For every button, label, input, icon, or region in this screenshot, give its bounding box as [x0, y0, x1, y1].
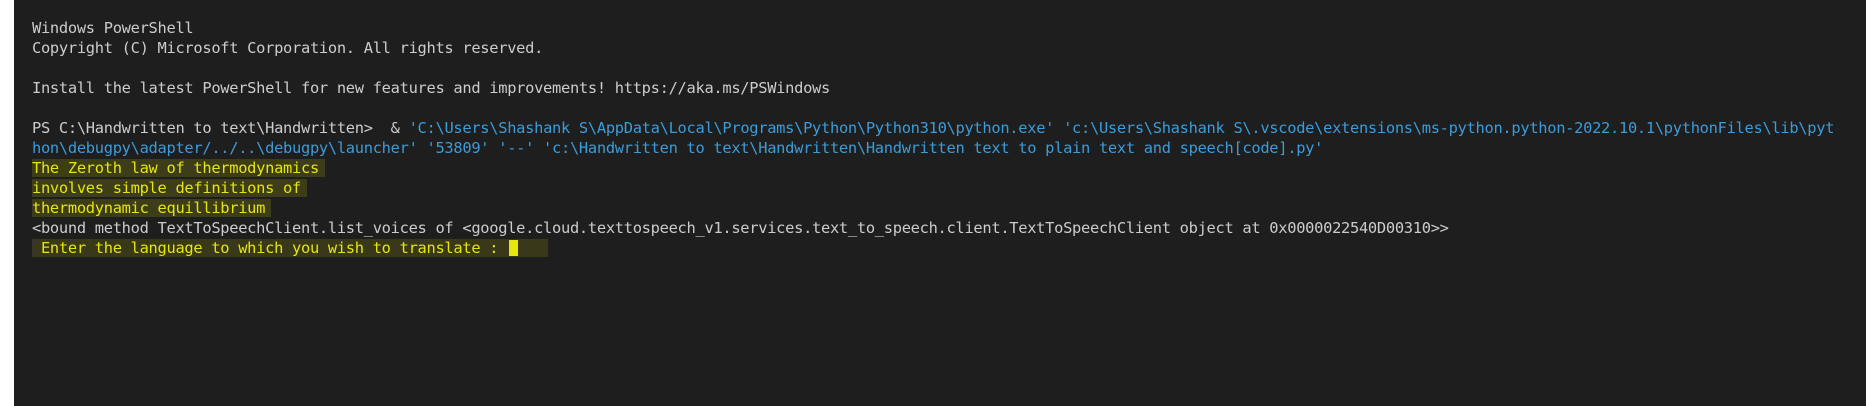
output-line: involves simple definitions of — [32, 179, 307, 197]
terminal-panel[interactable]: Windows PowerShell Copyright (C) Microso… — [14, 0, 1866, 406]
command-args-part1: 'C:\Users\Shashank S\AppData\Local\Progr… — [408, 119, 1835, 137]
text-cursor[interactable] — [509, 240, 519, 256]
copyright-line: Copyright (C) Microsoft Corporation. All… — [32, 39, 544, 57]
input-prompt-text: Enter the language to which you wish to … — [32, 239, 508, 257]
bound-method-line: <bound method TextToSpeechClient.list_vo… — [32, 219, 1449, 237]
shell-prompt: PS C:\Handwritten to text\Handwritten> & — [32, 119, 409, 137]
output-line: thermodynamic equillibrium — [32, 199, 272, 217]
input-prompt-line[interactable]: Enter the language to which you wish to … — [32, 239, 549, 257]
command-args-part2: hon\debugpy\adapter/../..\debugpy\launch… — [32, 139, 1324, 157]
install-message-line: Install the latest PowerShell for new fe… — [32, 79, 830, 97]
command-line: PS C:\Handwritten to text\Handwritten> &… — [32, 118, 1866, 138]
output-line: The Zeroth law of thermodynamics — [32, 159, 325, 177]
terminal-title-line: Windows PowerShell — [32, 19, 194, 37]
